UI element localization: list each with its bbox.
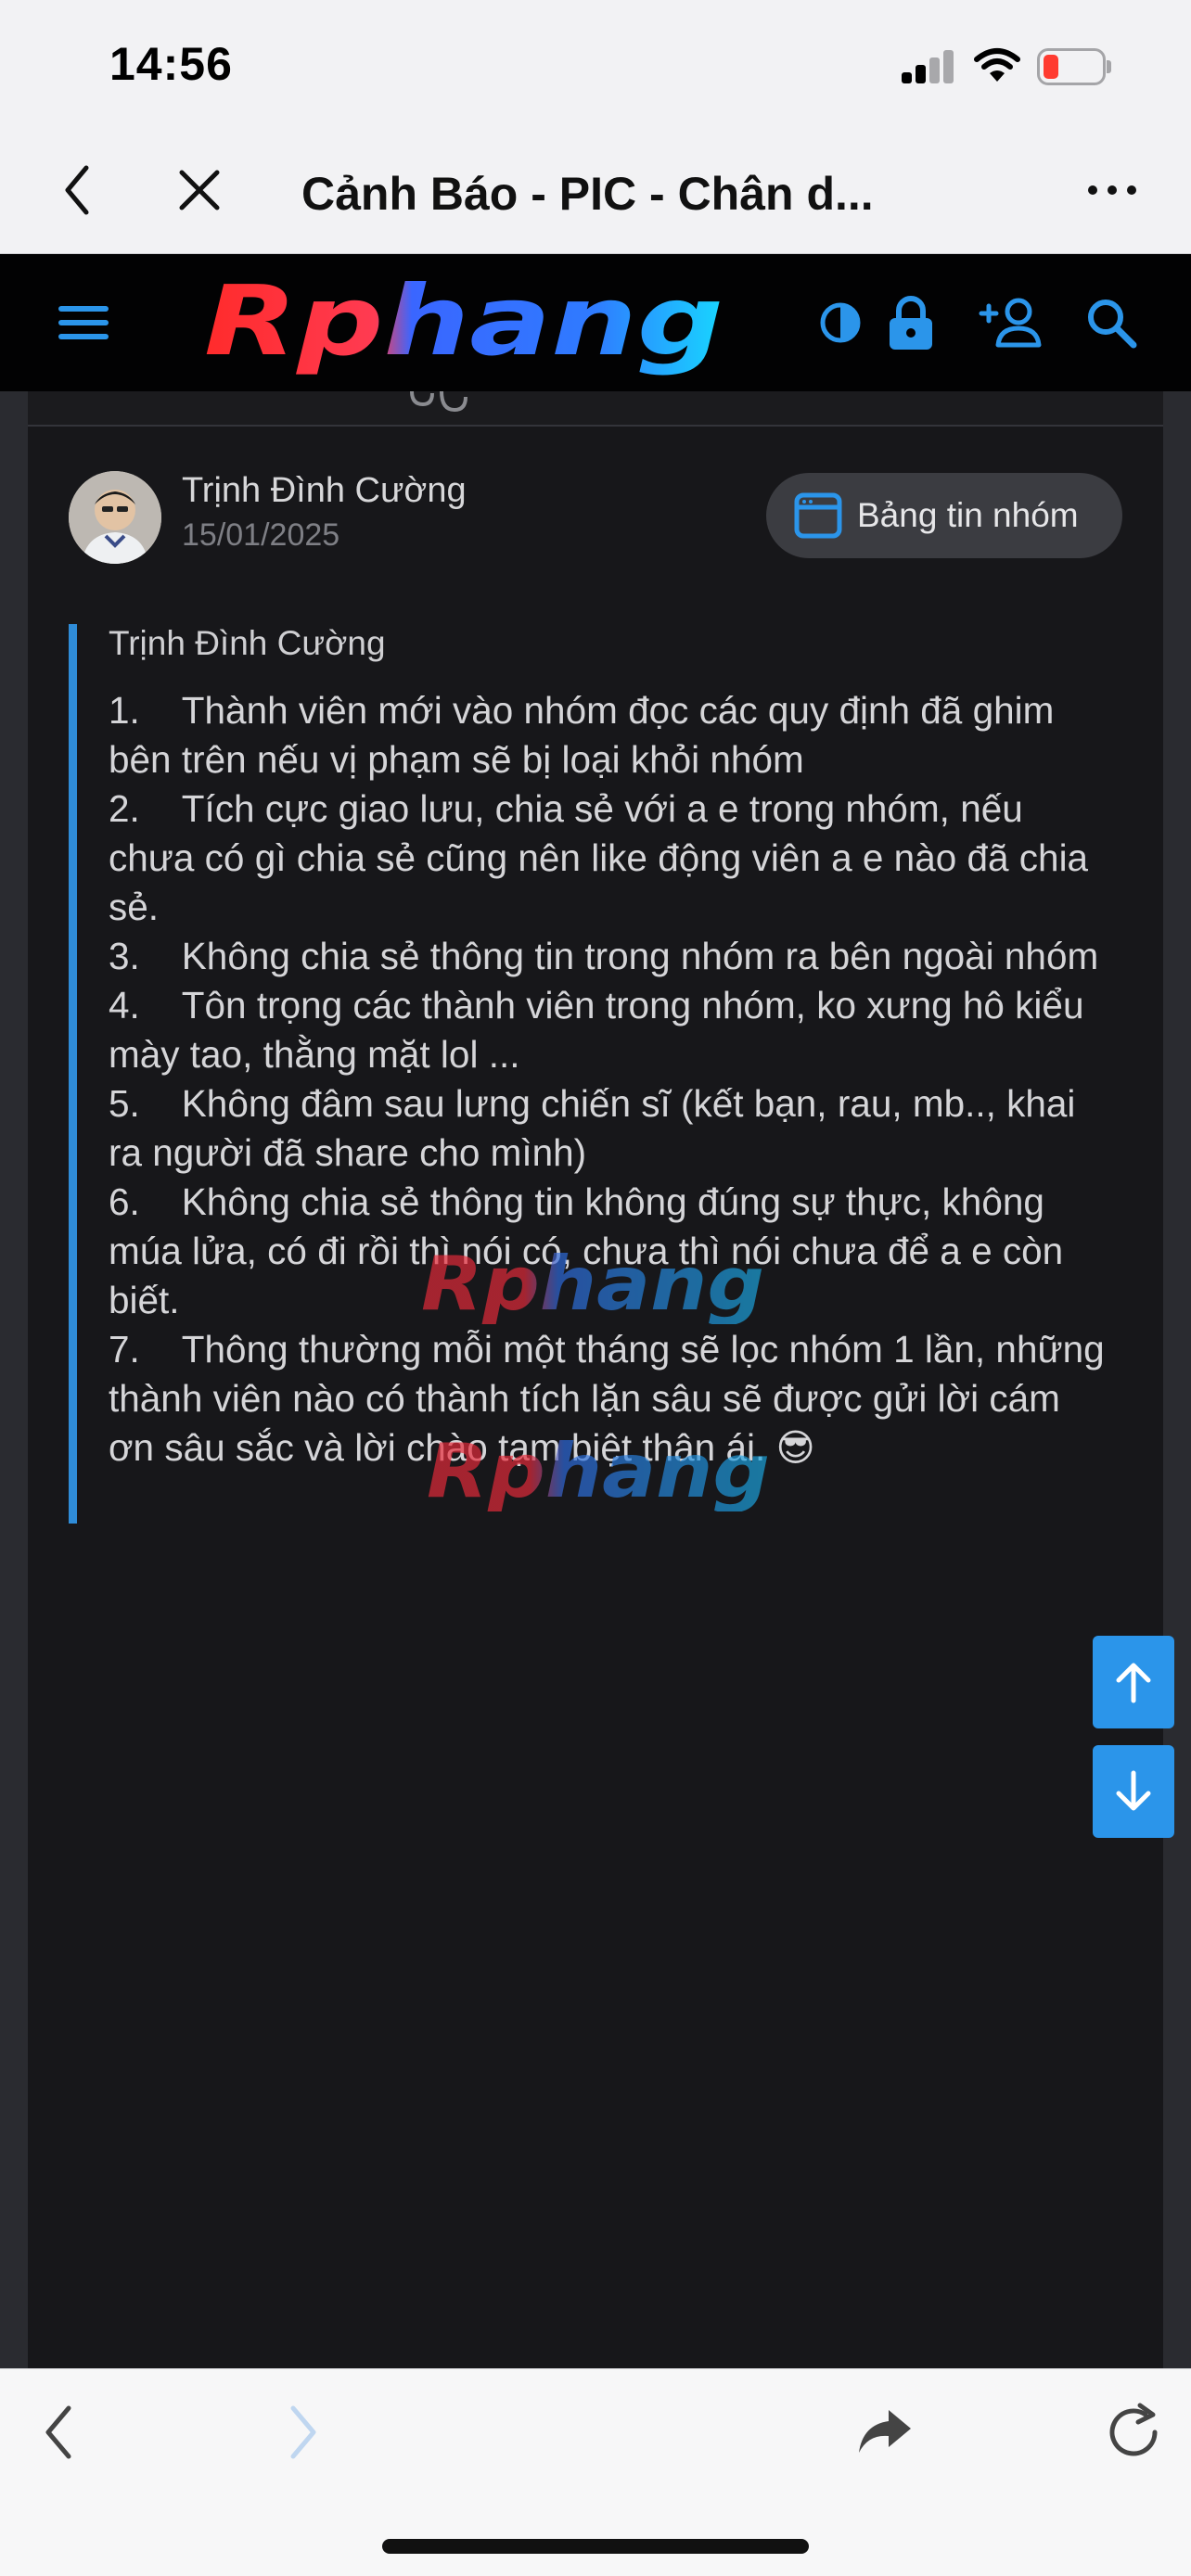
page-title: Cảnh Báo - PIC - Chân d... (301, 168, 874, 220)
menu-icon[interactable] (48, 287, 119, 358)
site-logo[interactable]: Rphang (197, 264, 731, 377)
status-time: 14:56 (109, 38, 233, 90)
quote-bar (69, 624, 77, 1524)
rule-item: 1. Thành viên mới vào nhóm đọc các quy đ… (109, 689, 1055, 781)
battery-level (1044, 55, 1058, 79)
svg-text:Rphang: Rphang (204, 274, 724, 376)
forward-icon[interactable] (267, 2395, 341, 2469)
rule-item: 5. Không đâm sau lưng chiến sĩ (kết bạn,… (109, 1082, 1076, 1174)
rule-item: 2. Tích cực giao lưu, chia sẻ với a e tr… (109, 787, 1089, 928)
status-bar: 14:56 (0, 0, 1191, 130)
scroll-up-button[interactable] (1093, 1636, 1174, 1728)
more-horizontal-icon[interactable] (1080, 158, 1145, 223)
share-icon[interactable] (848, 2395, 922, 2469)
close-icon[interactable] (167, 158, 232, 223)
site-header: Rphang (0, 254, 1191, 391)
rule-item: 4. Tôn trọng các thành viên trong nhóm, … (109, 984, 1084, 1076)
avatar[interactable] (69, 471, 161, 564)
theme-toggle-icon[interactable] (805, 287, 876, 358)
battery-icon (1037, 48, 1111, 85)
lock-icon[interactable] (876, 287, 946, 358)
watermark-logo: Rphang (423, 1428, 775, 1514)
chevron-left-icon[interactable] (45, 158, 109, 223)
quote-body: 1. Thành viên mới vào nhóm đọc các quy đ… (109, 686, 1110, 1473)
panel-header-edge (28, 391, 1163, 427)
watermark-logo: Rphang (417, 1241, 770, 1327)
post-author[interactable]: Trịnh Đình Cường (182, 471, 467, 511)
reload-icon[interactable] (1096, 2395, 1171, 2469)
wifi-icon (974, 46, 1020, 83)
window-icon (794, 492, 842, 539)
browser-navbar: Cảnh Báo - PIC - Chân d... (0, 130, 1191, 254)
quote-author[interactable]: Trịnh Đình Cường (109, 624, 386, 663)
add-user-icon[interactable] (976, 287, 1046, 358)
back-icon[interactable] (20, 2395, 95, 2469)
arrow-up-icon (1116, 1663, 1151, 1703)
post-date[interactable]: 15/01/2025 (182, 517, 339, 554)
rule-item: 3. Không chia sẻ thông tin trong nhóm ra… (109, 935, 1099, 977)
scroll-down-button[interactable] (1093, 1745, 1174, 1838)
svg-text:Rphang: Rphang (427, 1428, 770, 1511)
home-indicator (382, 2539, 809, 2554)
svg-text:Rphang: Rphang (421, 1241, 764, 1324)
group-feed-label: Bảng tin nhóm (857, 496, 1079, 534)
arrow-down-icon (1116, 1770, 1151, 1811)
search-icon[interactable] (1076, 287, 1146, 358)
group-feed-button[interactable]: Bảng tin nhóm (766, 473, 1122, 558)
cellular-signal-icon (902, 50, 955, 83)
